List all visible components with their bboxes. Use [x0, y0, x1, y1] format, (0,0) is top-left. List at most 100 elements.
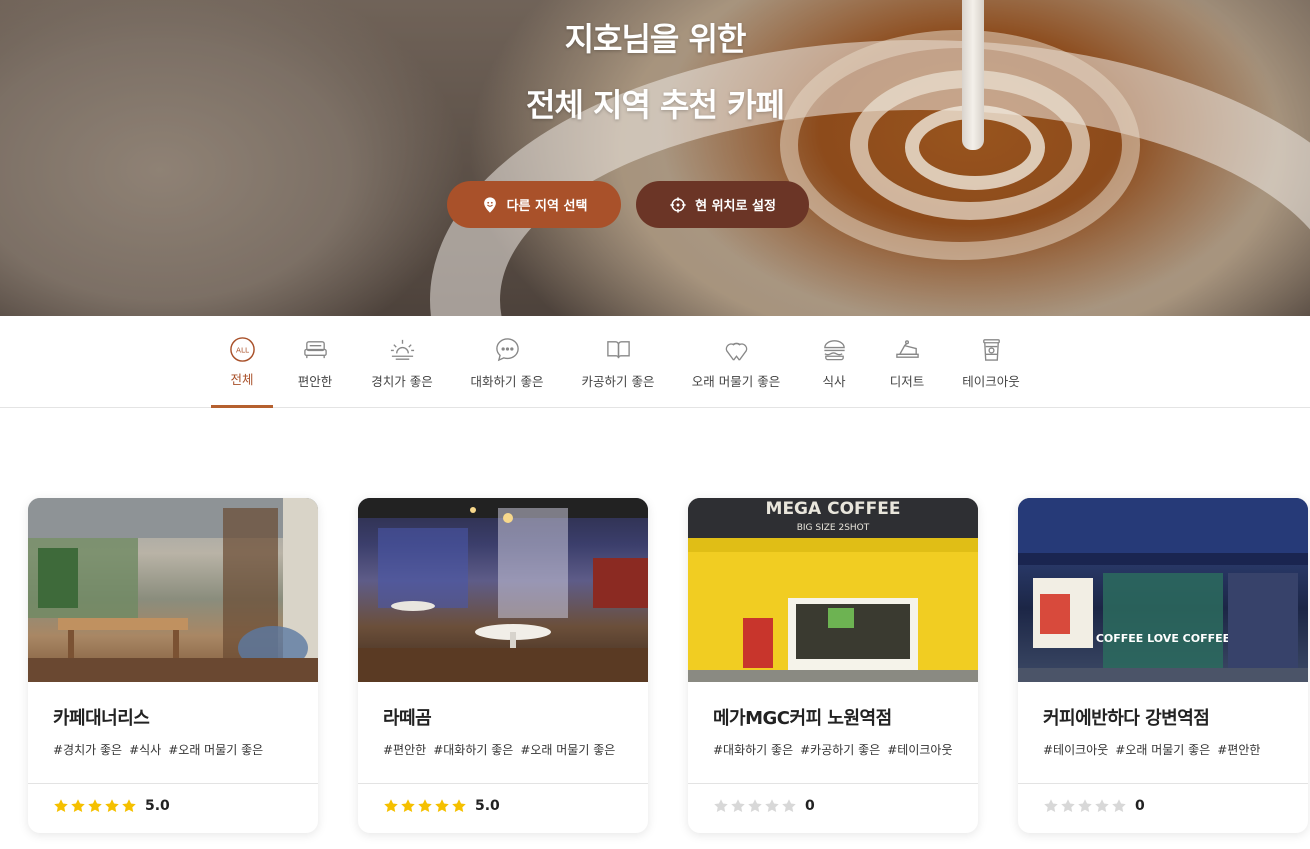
- rating-score: 0: [1135, 798, 1145, 814]
- star-filled-icon: [71, 799, 85, 812]
- star-filled-icon: [435, 799, 449, 812]
- cafe-photo: MEGA COFFEE BIG SIZE 2SHOT: [688, 498, 978, 682]
- bed-icon: [301, 335, 329, 363]
- tab-good-view[interactable]: 경치가 좋은: [366, 316, 438, 407]
- cafe-card[interactable]: 카페대너리스 #경치가 좋은 #식사 #오래 머물기 좋은 5.0: [28, 498, 318, 833]
- star-filled-icon: [88, 799, 102, 812]
- rating-score: 5.0: [475, 798, 500, 814]
- cafe-tag: #식사: [129, 743, 162, 757]
- card-divider: [28, 783, 318, 784]
- cafe-rating: 0: [1043, 798, 1145, 814]
- cafe-card[interactable]: COFFEE LOVE COFFEE 커피에반하다 강변역점 #테이크아웃 #오…: [1018, 498, 1308, 833]
- cafe-tag: #테이크아웃: [1043, 743, 1109, 757]
- svg-text:ALL: ALL: [236, 345, 249, 354]
- cafe-tag: #대화하기 좋은: [433, 743, 514, 757]
- hero-title-line2: 전체 지역 추천 카페: [526, 86, 785, 124]
- star-empty-icon: [731, 799, 745, 812]
- star-empty-icon: [1078, 799, 1092, 812]
- tab-label: 디저트: [889, 374, 925, 389]
- star-empty-icon: [1112, 799, 1126, 812]
- tab-comfortable[interactable]: 편안한: [290, 316, 340, 407]
- cafe-tag: #오래 머물기 좋은: [168, 743, 264, 757]
- cafe-tags: #테이크아웃 #오래 머물기 좋은 #편안한: [1043, 741, 1260, 758]
- cafe-tag: #테이크아웃: [887, 743, 953, 757]
- cafe-rating: 0: [713, 798, 815, 814]
- star-filled-icon: [418, 799, 432, 812]
- cafe-tag: #카공하기 좋은: [800, 743, 881, 757]
- rating-score: 5.0: [145, 798, 170, 814]
- cafe-tag: #경치가 좋은: [53, 743, 123, 757]
- cafe-name: 커피에반하다 강변역점: [1043, 708, 1210, 729]
- burger-icon: [820, 335, 848, 363]
- star-filled-icon: [122, 799, 136, 812]
- tab-good-for-talking[interactable]: 대화하기 좋은: [466, 316, 548, 407]
- cafe-tag: #편안한: [383, 743, 427, 757]
- star-empty-icon: [1095, 799, 1109, 812]
- cafe-tag: #오래 머물기 좋은: [520, 743, 616, 757]
- tab-label: 전체: [230, 372, 254, 387]
- crosshair-icon: [670, 196, 686, 213]
- cafe-tag: #오래 머물기 좋은: [1115, 743, 1211, 757]
- cafe-rating: 5.0: [53, 798, 170, 814]
- use-current-location-label: 현 위치로 설정: [695, 199, 776, 214]
- hero-title-line1: 지호님을 위한: [564, 20, 747, 58]
- cafe-name: 카페대너리스: [53, 708, 150, 729]
- tab-good-for-study[interactable]: 카공하기 좋은: [577, 316, 659, 407]
- cafe-photo: COFFEE LOVE COFFEE: [1018, 498, 1308, 682]
- cafe-card[interactable]: 라떼곰 #편안한 #대화하기 좋은 #오래 머물기 좋은 5.0: [358, 498, 648, 833]
- card-divider: [358, 783, 648, 784]
- star-empty-icon: [748, 799, 762, 812]
- star-empty-icon: [782, 799, 796, 812]
- hero-banner: 지호님을 위한 전체 지역 추천 카페 다른 지역 선택 현 위치로 설정: [0, 0, 1310, 316]
- card-divider: [688, 783, 978, 784]
- cafe-tags: #대화하기 좋은 #카공하기 좋은 #테이크아웃: [713, 741, 953, 758]
- store-sign-sub: BIG SIZE 2SHOT: [797, 523, 870, 533]
- tab-meal[interactable]: 식사: [816, 316, 852, 407]
- cake-icon: [893, 335, 921, 363]
- star-empty-icon: [765, 799, 779, 812]
- star-filled-icon: [384, 799, 398, 812]
- chat-bubble-icon: [493, 335, 521, 363]
- hearts-icon: [722, 335, 750, 363]
- select-region-button[interactable]: 다른 지역 선택: [447, 181, 621, 228]
- cafe-card[interactable]: MEGA COFFEE BIG SIZE 2SHOT 메가MGC커피 노원역점 …: [688, 498, 978, 833]
- cafe-photo: [358, 498, 648, 682]
- store-sign: MEGA COFFEE: [766, 499, 901, 519]
- star-empty-icon: [714, 799, 728, 812]
- cafe-rating: 5.0: [383, 798, 500, 814]
- star-filled-icon: [452, 799, 466, 812]
- tab-long-stay[interactable]: 오래 머물기 좋은: [688, 316, 784, 407]
- star-empty-icon: [1061, 799, 1075, 812]
- map-pin-icon: [483, 196, 496, 213]
- cafe-tags: #경치가 좋은 #식사 #오래 머물기 좋은: [53, 741, 263, 758]
- star-filled-icon: [54, 799, 68, 812]
- all-icon: ALL: [228, 335, 256, 363]
- sunrise-icon: [388, 335, 416, 363]
- star-empty-icon: [1044, 799, 1058, 812]
- cafe-name: 라떼곰: [383, 708, 432, 729]
- tab-label: 카공하기 좋은: [581, 374, 655, 389]
- book-icon: [604, 335, 632, 363]
- rating-score: 0: [805, 798, 815, 814]
- tab-label: 대화하기 좋은: [470, 374, 544, 389]
- tab-takeout[interactable]: 테이크아웃: [961, 316, 1021, 407]
- select-region-label: 다른 지역 선택: [506, 199, 588, 214]
- cafe-name: 메가MGC커피 노원역점: [713, 708, 892, 729]
- star-filled-icon: [401, 799, 415, 812]
- cafe-photo: [28, 498, 318, 682]
- tab-label: 테이크아웃: [962, 374, 1020, 389]
- card-divider: [1018, 783, 1308, 784]
- store-sign: COFFEE LOVE COFFEE: [1096, 632, 1230, 645]
- cafe-tag: #대화하기 좋은: [713, 743, 794, 757]
- cafe-tag: #편안한: [1217, 743, 1261, 757]
- star-filled-icon: [105, 799, 119, 812]
- tab-label: 경치가 좋은: [371, 374, 433, 389]
- tab-label: 식사: [822, 374, 846, 389]
- use-current-location-button[interactable]: 현 위치로 설정: [636, 181, 809, 228]
- category-tabs: ALL 전체 편안한 경치가 좋은 대화하기 좋은 카공하기 좋은 오래 머물기…: [0, 316, 1310, 408]
- tab-label: 편안한: [297, 374, 333, 389]
- tab-label: 오래 머물기 좋은: [691, 374, 781, 389]
- tab-all[interactable]: ALL 전체: [211, 316, 273, 408]
- takeout-cup-icon: [977, 335, 1005, 363]
- tab-dessert[interactable]: 디저트: [886, 316, 928, 407]
